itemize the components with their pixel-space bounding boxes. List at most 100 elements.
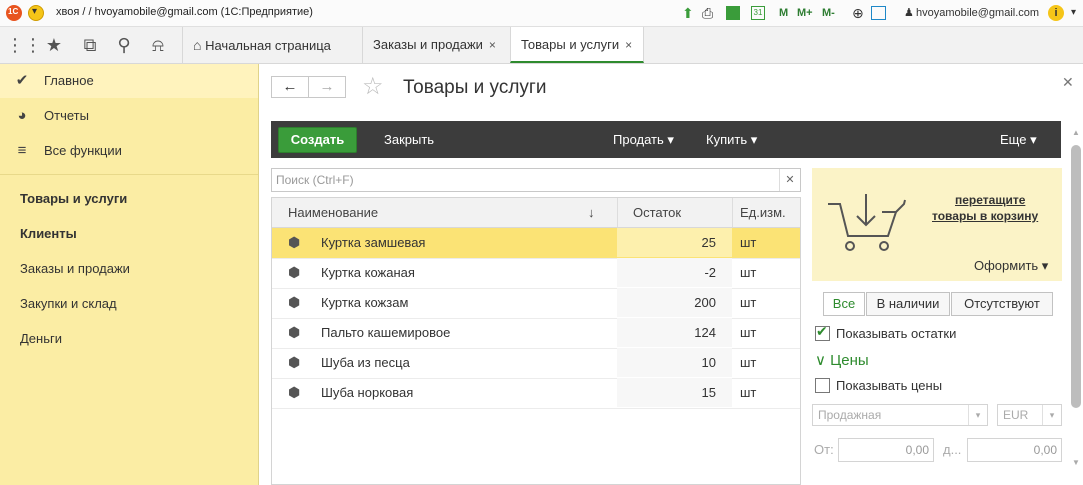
apps-grid-icon[interactable]: ⋮⋮: [6, 33, 42, 57]
cart-hint-line1: перетащите: [955, 193, 1026, 207]
tab-orders-sales[interactable]: Заказы и продажи ×: [362, 27, 510, 63]
1c-logo-icon[interactable]: 1С: [6, 5, 22, 21]
scroll-up-arrow-icon[interactable]: ▲: [1072, 128, 1080, 137]
checkmark-icon: ✔: [15, 72, 29, 89]
chevron-down-icon: ∨: [815, 352, 826, 369]
dropdown-arrow-icon[interactable]: ▾: [1042, 405, 1061, 425]
user-name[interactable]: hvoyamobile@gmail.com: [916, 4, 1039, 22]
column-header-quantity[interactable]: Остаток: [633, 205, 681, 220]
price-to-label: д...: [943, 442, 962, 457]
dropdown-arrow-icon[interactable]: ▾: [968, 405, 987, 425]
calendar-icon[interactable]: 31: [751, 6, 765, 20]
currency-select[interactable]: EUR ▾: [997, 404, 1062, 426]
sort-arrow-icon[interactable]: ↓: [588, 205, 595, 220]
page-title: Товары и услуги: [403, 77, 547, 98]
close-form-icon[interactable]: ✕: [1062, 74, 1074, 91]
sidebar-item-goods[interactable]: Товары и услуги: [20, 191, 127, 206]
memory-plus-button[interactable]: M+: [797, 4, 813, 22]
sidebar-item-money[interactable]: Деньги: [20, 331, 62, 346]
title-bar: 1С ▾ хвоя / / hvoyamobile@gmail.com (1С:…: [0, 0, 1083, 27]
sell-menu-button[interactable]: Продать ▾: [613, 132, 674, 148]
column-header-name[interactable]: Наименование: [288, 205, 378, 220]
product-box-icon: ⬢: [288, 234, 301, 250]
print-icon[interactable]: ⎙: [702, 4, 713, 22]
back-button[interactable]: ←: [271, 76, 309, 98]
show-prices-label: Показывать цены: [836, 378, 943, 393]
product-box-icon: ⬢: [288, 324, 301, 340]
clear-search-icon[interactable]: ✕: [779, 169, 800, 191]
price-to-input[interactable]: 0,00: [967, 438, 1062, 462]
history-icon[interactable]: ⧉: [78, 33, 102, 57]
goods-table: Наименование ↓ Остаток Ед.изм. ⬢ Куртка …: [271, 197, 801, 485]
memory-minus-button[interactable]: M-: [822, 4, 835, 22]
favorites-star-icon[interactable]: ★: [42, 33, 66, 57]
memory-m-button[interactable]: M: [779, 4, 788, 22]
sidebar-divider: [0, 174, 258, 175]
sidebar: ✔ Главное ◕ Отчеты ≡ Все функции Товары …: [0, 64, 259, 485]
product-box-icon: ⬢: [288, 294, 301, 310]
column-divider: [732, 198, 733, 227]
bell-icon[interactable]: ⍾: [146, 33, 170, 57]
buy-menu-button[interactable]: Купить ▾: [706, 132, 757, 148]
scrollbar-thumb[interactable]: [1071, 145, 1081, 408]
table-row[interactable]: ⬢ Шуба из песца 10 шт: [272, 348, 800, 379]
favorite-star-icon[interactable]: ☆: [362, 72, 384, 101]
product-box-icon: ⬢: [288, 354, 301, 370]
close-icon[interactable]: ×: [625, 38, 632, 52]
sidebar-item-reports[interactable]: ◕ Отчеты: [0, 99, 258, 133]
scroll-down-arrow-icon[interactable]: ▼: [1072, 458, 1080, 467]
tab-home[interactable]: ⌂ Начальная страница: [182, 27, 362, 63]
filter-in-stock-button[interactable]: В наличии: [866, 292, 950, 316]
table-row[interactable]: ⬢ Куртка замшевая 25 шт: [272, 228, 800, 259]
calculator-icon[interactable]: [726, 6, 740, 20]
price-type-select[interactable]: Продажная ▾: [812, 404, 988, 426]
cart-icon: [828, 194, 906, 251]
price-from-input[interactable]: 0,00: [838, 438, 934, 462]
product-box-icon: ⬢: [288, 384, 301, 400]
sidebar-item-main[interactable]: ✔ Главное: [0, 64, 258, 98]
sidebar-item-clients[interactable]: Клиенты: [20, 226, 77, 241]
filter-absent-button[interactable]: Отсутствуют: [951, 292, 1053, 316]
create-button[interactable]: Создать: [278, 127, 357, 153]
window-layout-icon[interactable]: [871, 6, 886, 20]
forward-button[interactable]: →: [308, 76, 346, 98]
sidebar-item-purchases[interactable]: Закупки и склад: [20, 296, 117, 311]
sidebar-item-orders[interactable]: Заказы и продажи: [20, 261, 130, 276]
search-input[interactable]: Поиск (Ctrl+F) ✕: [271, 168, 801, 192]
price-from-label: От:: [814, 442, 834, 457]
table-row[interactable]: ⬢ Шуба норковая 15 шт: [272, 378, 800, 409]
home-icon: ⌂: [193, 37, 202, 53]
close-icon[interactable]: ×: [489, 38, 496, 52]
prices-group-toggle[interactable]: ∨ Цены: [815, 351, 869, 369]
show-stock-checkbox[interactable]: [815, 323, 830, 341]
column-divider: [617, 198, 618, 227]
chevron-down-icon[interactable]: ▾: [1071, 4, 1076, 22]
product-box-icon: ⬢: [288, 264, 301, 280]
search-placeholder: Поиск (Ctrl+F): [276, 173, 354, 187]
show-prices-checkbox[interactable]: [815, 378, 830, 393]
close-button[interactable]: Закрыть: [384, 132, 434, 147]
cart-hint-line2: товары в корзину: [932, 209, 1039, 223]
column-header-unit[interactable]: Ед.изм.: [740, 205, 786, 220]
table-row[interactable]: ⬢ Куртка кожзам 200 шт: [272, 288, 800, 319]
tab-label: Начальная страница: [205, 38, 331, 53]
more-menu-button[interactable]: Еще ▾: [1000, 132, 1037, 148]
filter-all-button[interactable]: Все: [823, 292, 865, 316]
checkout-menu-button[interactable]: Оформить ▾: [974, 258, 1048, 274]
search-icon[interactable]: ⚲: [112, 33, 136, 57]
pie-chart-icon: ◕: [17, 107, 27, 124]
menu-icon: ≡: [17, 142, 27, 159]
table-row[interactable]: ⬢ Куртка кожаная -2 шт: [272, 258, 800, 289]
zoom-icon[interactable]: ⊕: [852, 4, 864, 22]
tab-goods-services[interactable]: Товары и услуги ×: [510, 27, 644, 63]
tab-label: Заказы и продажи: [373, 37, 483, 52]
section-bar: ⋮⋮ ★ ⧉ ⚲ ⍾ ⌂ Начальная страница Заказы и…: [0, 27, 1083, 64]
window-title: хвоя / / hvoyamobile@gmail.com (1С:Предп…: [56, 6, 313, 18]
user-icon: ♟: [904, 7, 914, 19]
table-row[interactable]: ⬢ Пальто кашемировое 124 шт: [272, 318, 800, 349]
main-menu-icon[interactable]: ▾: [28, 5, 44, 21]
sidebar-item-all-functions[interactable]: ≡ Все функции: [0, 134, 258, 168]
show-stock-label: Показывать остатки: [836, 326, 957, 341]
upload-icon[interactable]: ⬆: [682, 4, 694, 22]
info-icon[interactable]: i: [1048, 5, 1064, 21]
